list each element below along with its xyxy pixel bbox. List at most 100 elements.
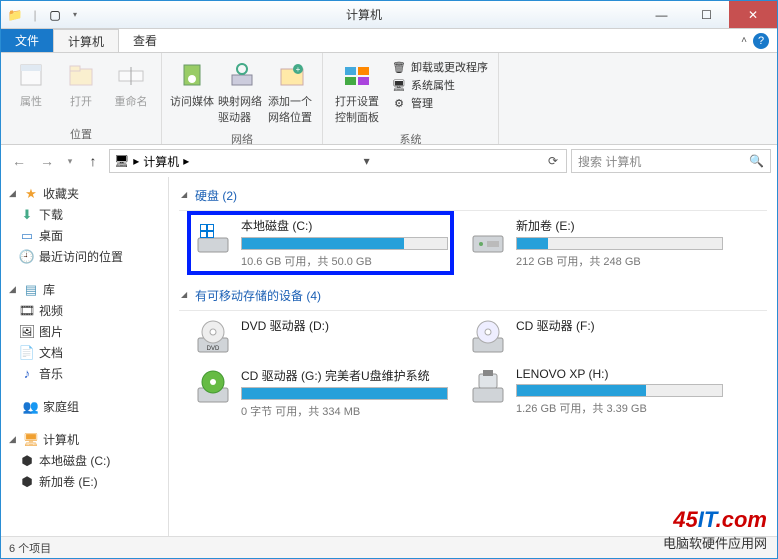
sidebar-videos[interactable]: 🎞视频 — [1, 300, 168, 321]
sidebar-vol-e[interactable]: ⬢新加卷 (E:) — [1, 471, 168, 492]
search-placeholder: 搜索 计算机 — [578, 153, 641, 170]
svg-text:+: + — [296, 65, 301, 74]
manage-button[interactable]: ⚙管理 — [391, 95, 488, 111]
sidebar-music[interactable]: ♪音乐 — [1, 363, 168, 384]
sidebar-homegroup[interactable]: 👥家庭组 — [1, 396, 168, 417]
usage-bar — [516, 237, 723, 250]
address-path: 计算机 — [143, 153, 179, 170]
minimize-button[interactable]: — — [639, 1, 684, 28]
hdd-icon: ⬢ — [19, 474, 35, 490]
drive-e[interactable]: 新加卷 (E:) 212 GB 可用，共 248 GB — [468, 217, 723, 269]
uninstall-icon: 🗑 — [391, 59, 407, 75]
computer-icon: 🖥 — [114, 154, 129, 168]
address-sep: ▸ — [133, 154, 139, 168]
section-hard-disks[interactable]: 硬盘 (2) — [179, 183, 767, 208]
drive-stats: 10.6 GB 可用，共 50.0 GB — [241, 253, 448, 269]
properties-qat-icon[interactable]: ▢ — [47, 7, 63, 23]
sidebar-recent[interactable]: 🕘最近访问的位置 — [1, 246, 168, 267]
nav-up-button[interactable]: ↑ — [81, 149, 105, 173]
title-bar: 📁 | ▢ ▾ 计算机 — ☐ ✕ — [1, 1, 777, 29]
qat-divider: | — [27, 7, 43, 23]
sidebar-documents[interactable]: 📄文档 — [1, 342, 168, 363]
status-bar: 6 个项目 — [1, 536, 777, 558]
drive-icon — [193, 367, 233, 407]
ribbon-group-label: 位置 — [1, 124, 161, 144]
system-properties-button[interactable]: 🖥系统属性 — [391, 77, 488, 93]
address-sep: ▸ — [183, 154, 189, 168]
media-icon — [176, 59, 208, 91]
hdd-icon: ⬢ — [19, 453, 35, 469]
recent-icon: 🕘 — [19, 249, 35, 265]
drive-g[interactable]: CD 驱动器 (G:) 完美者U盘维护系统 0 字节 可用，共 334 MB — [193, 367, 448, 419]
open-icon — [65, 59, 97, 91]
refresh-icon[interactable]: ⟳ — [544, 154, 562, 168]
open-button[interactable]: 打开 — [57, 57, 105, 109]
drive-d[interactable]: DVD DVD 驱动器 (D:) — [193, 317, 448, 357]
svg-text:DVD: DVD — [207, 346, 220, 352]
sidebar-desktop[interactable]: ▭桌面 — [1, 225, 168, 246]
drive-icon — [193, 217, 233, 257]
properties-button[interactable]: 属性 — [7, 57, 55, 109]
address-dropdown-icon[interactable]: ▾ — [360, 154, 374, 168]
navigation-pane: ◢★收藏夹 ⬇下载 ▭桌面 🕘最近访问的位置 ◢▤库 🎞视频 🖼图片 📄文档 ♪… — [1, 177, 169, 537]
ribbon-collapse-icon[interactable]: ˄ — [741, 35, 747, 46]
add-location-button[interactable]: + 添加一个网络位置 — [268, 57, 316, 125]
drive-name: LENOVO XP (H:) — [516, 367, 723, 381]
drive-icon: DVD — [193, 317, 233, 357]
qat-dropdown-icon[interactable]: ▾ — [67, 7, 83, 23]
ribbon-tabs: 文件 计算机 查看 ˄ ? — [1, 29, 777, 53]
drive-name: CD 驱动器 (F:) — [516, 317, 723, 334]
sidebar-downloads[interactable]: ⬇下载 — [1, 204, 168, 225]
address-bar[interactable]: 🖥 ▸ 计算机 ▸ ▾ ⟳ — [109, 149, 567, 173]
sidebar-favorites[interactable]: ◢★收藏夹 — [1, 183, 168, 204]
nav-forward-button[interactable]: → — [35, 149, 59, 173]
main-body: ◢★收藏夹 ⬇下载 ▭桌面 🕘最近访问的位置 ◢▤库 🎞视频 🖼图片 📄文档 ♪… — [1, 177, 777, 537]
maximize-button[interactable]: ☐ — [684, 1, 729, 28]
sysprops-icon: 🖥 — [391, 77, 407, 93]
sidebar-pictures[interactable]: 🖼图片 — [1, 321, 168, 342]
music-icon: ♪ — [19, 366, 35, 382]
tab-file[interactable]: 文件 — [1, 29, 53, 52]
settings-icon — [341, 59, 373, 91]
ribbon: 属性 打开 重命名 位置 访问媒体 映射网络驱动器 + — [1, 53, 777, 145]
nav-back-button[interactable]: ← — [7, 149, 31, 173]
section-removable[interactable]: 有可移动存储的设备 (4) — [179, 283, 767, 308]
access-media-button[interactable]: 访问媒体 — [168, 57, 216, 109]
video-icon: 🎞 — [19, 303, 35, 319]
drive-icon — [468, 217, 508, 257]
open-settings-button[interactable]: 打开设置 控制面板 — [329, 57, 385, 125]
document-icon: 📄 — [19, 345, 35, 361]
tab-computer[interactable]: 计算机 — [53, 29, 119, 52]
help-icon[interactable]: ? — [753, 33, 769, 49]
quick-access-toolbar: 📁 | ▢ ▾ — [1, 7, 89, 23]
ribbon-group-label: 网络 — [162, 129, 322, 149]
sidebar-computer[interactable]: ◢🖥计算机 — [1, 429, 168, 450]
drive-stats: 0 字节 可用，共 334 MB — [241, 403, 448, 419]
manage-icon: ⚙ — [391, 95, 407, 111]
drive-stats: 1.26 GB 可用，共 3.39 GB — [516, 400, 723, 416]
ribbon-group-location: 属性 打开 重命名 位置 — [1, 53, 162, 144]
drive-name: CD 驱动器 (G:) 完美者U盘维护系统 — [241, 367, 448, 384]
watermark: 45IT.com 电脑软硬件应用网 — [663, 507, 767, 552]
star-icon: ★ — [23, 186, 39, 202]
close-button[interactable]: ✕ — [729, 1, 777, 28]
search-box[interactable]: 搜索 计算机 🔍 — [571, 149, 771, 173]
drive-name: DVD 驱动器 (D:) — [241, 317, 448, 334]
drive-name: 本地磁盘 (C:) — [241, 217, 448, 234]
nav-history-dropdown[interactable]: ▾ — [63, 149, 77, 173]
drive-c[interactable]: 本地磁盘 (C:) 10.6 GB 可用，共 50.0 GB — [193, 217, 448, 269]
tab-view[interactable]: 查看 — [119, 29, 171, 52]
uninstall-button[interactable]: 🗑卸载或更改程序 — [391, 59, 488, 75]
download-icon: ⬇ — [19, 207, 35, 223]
sidebar-libraries[interactable]: ◢▤库 — [1, 279, 168, 300]
search-icon: 🔍 — [749, 154, 764, 168]
window-title: 计算机 — [89, 6, 639, 23]
ribbon-group-label: 系统 — [323, 129, 498, 149]
drive-stats: 212 GB 可用，共 248 GB — [516, 253, 723, 269]
map-drive-button[interactable]: 映射网络驱动器 — [218, 57, 266, 125]
rename-button[interactable]: 重命名 — [107, 57, 155, 109]
drive-h[interactable]: LENOVO XP (H:) 1.26 GB 可用，共 3.39 GB — [468, 367, 723, 419]
sidebar-local-c[interactable]: ⬢本地磁盘 (C:) — [1, 450, 168, 471]
drive-f[interactable]: CD 驱动器 (F:) — [468, 317, 723, 357]
window-controls: — ☐ ✕ — [639, 1, 777, 28]
